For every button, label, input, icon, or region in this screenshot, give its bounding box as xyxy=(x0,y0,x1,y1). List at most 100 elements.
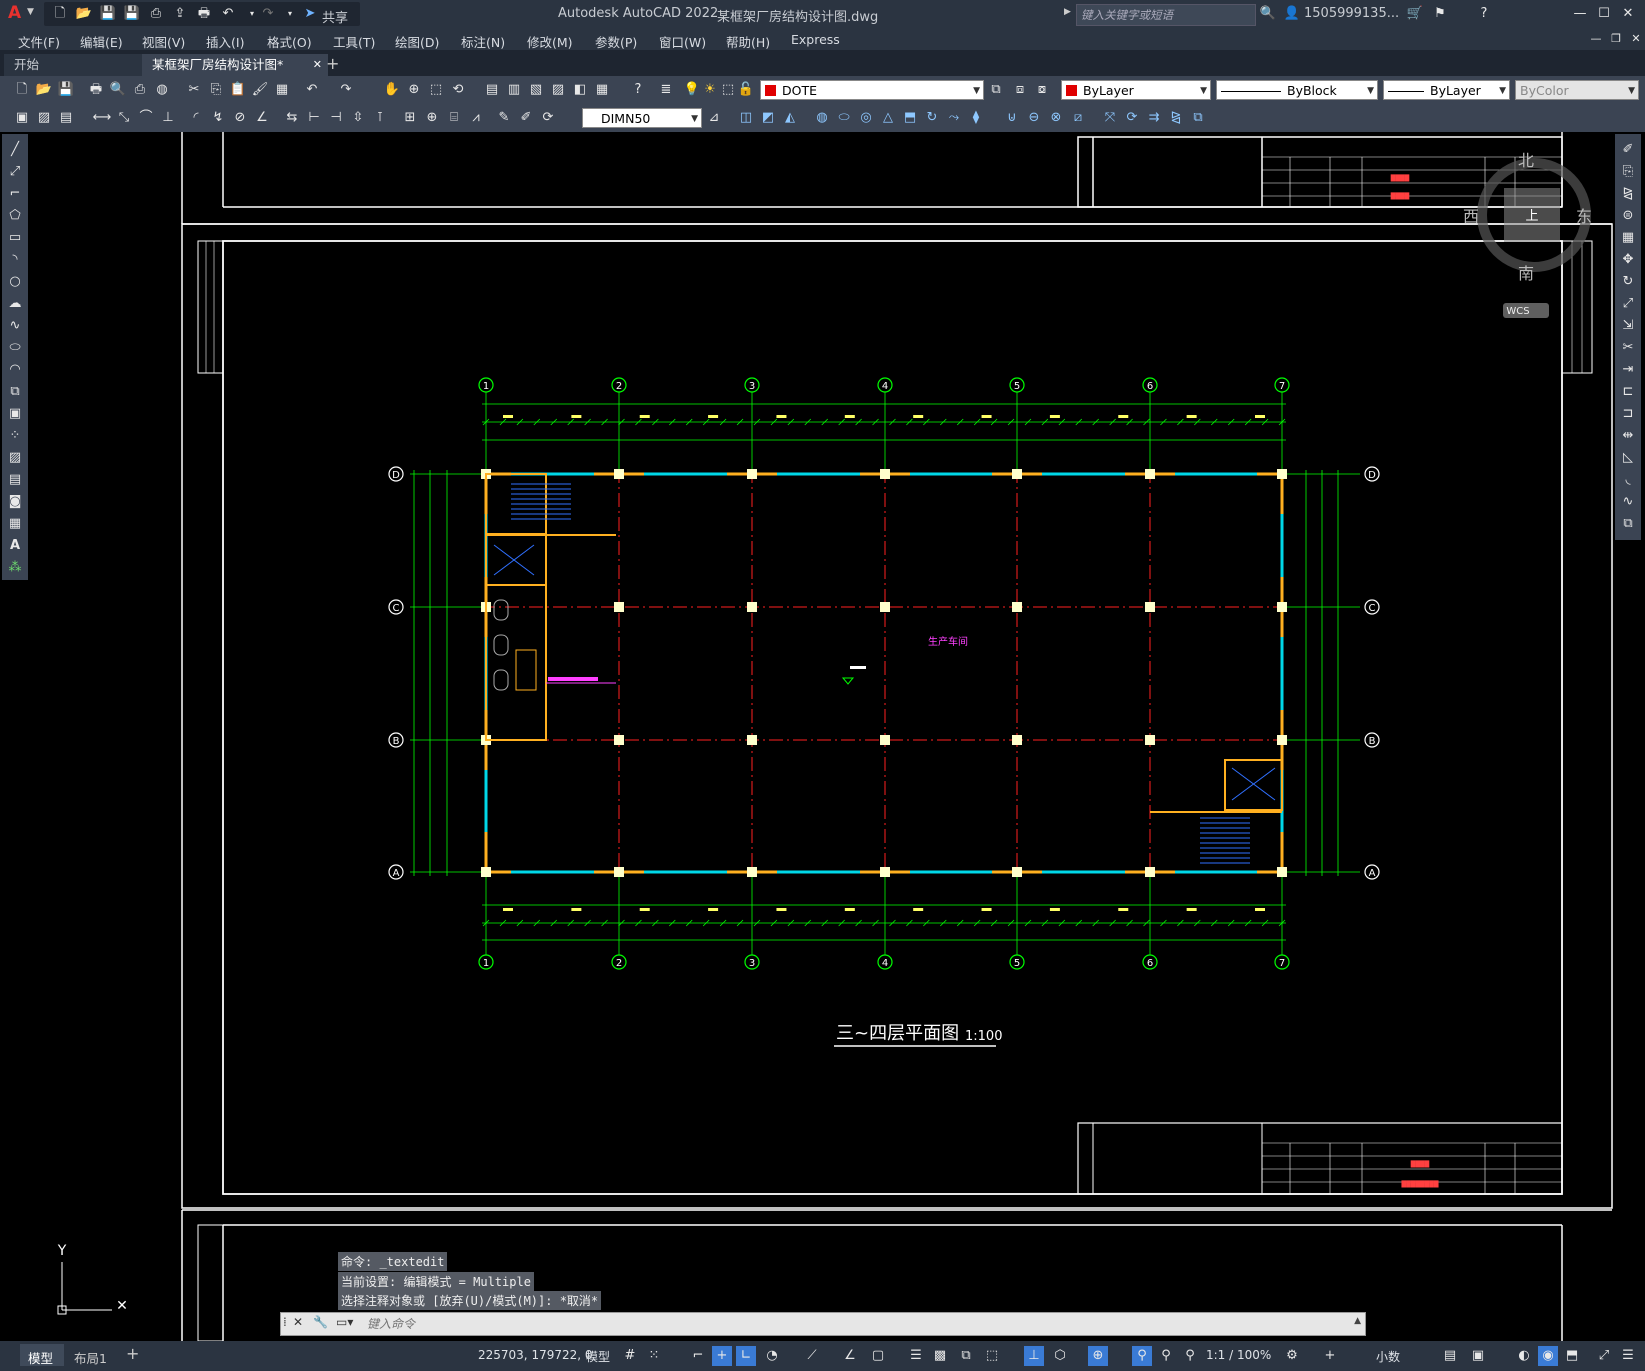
erase-icon[interactable]: ✐ xyxy=(1618,140,1638,160)
search-input[interactable]: 键入关键字或短语 xyxy=(1076,4,1256,26)
circle-icon[interactable]: ○ xyxy=(5,272,25,292)
maximize-icon[interactable]: ☐ xyxy=(1594,4,1614,24)
tb-copy-icon[interactable]: ⎘ xyxy=(206,80,226,100)
tb-zoom-window-icon[interactable]: ⬚ xyxy=(426,80,446,100)
3d-cone-icon[interactable]: ◭ xyxy=(780,108,800,128)
undo-icon[interactable]: ↶ xyxy=(218,4,238,24)
close-icon[interactable]: ✕ xyxy=(1618,4,1638,24)
dim-linear-icon[interactable]: ⟷ xyxy=(92,108,112,128)
cart-icon[interactable]: 🛒 xyxy=(1405,4,1425,24)
command-recent-icon[interactable]: ▭▾ xyxy=(336,1315,353,1329)
layer-previous-icon[interactable]: ⧈ xyxy=(1010,80,1030,100)
search-expand-icon[interactable]: ▶ xyxy=(1064,7,1071,17)
dim-aligned-icon[interactable]: ⤡ xyxy=(114,108,134,128)
clean-screen-icon[interactable]: ⬒ xyxy=(1562,1346,1582,1366)
tb-undo-icon[interactable]: ↶ xyxy=(302,80,322,100)
object-snap-icon[interactable]: ▢ xyxy=(868,1346,888,1366)
insert-block-icon[interactable]: ⧉ xyxy=(5,382,25,402)
transparency-icon[interactable]: ▩ xyxy=(930,1346,950,1366)
3d-rotate-icon[interactable]: ⟳ xyxy=(1122,108,1142,128)
ellipse-icon[interactable]: ⬭ xyxy=(5,338,25,358)
tb-redo-icon[interactable]: ↷ xyxy=(336,80,356,100)
model-tab[interactable]: 模型 xyxy=(20,1344,64,1366)
tb-publish-icon[interactable]: ⎙ xyxy=(130,80,150,100)
dim-update-icon[interactable]: ⟳ xyxy=(538,108,558,128)
viewcube-east[interactable]: 东 xyxy=(1576,207,1592,226)
new-file-icon[interactable]: 🗋 xyxy=(50,4,70,24)
tb-open-icon[interactable]: 📂 xyxy=(34,80,54,100)
dimstyle-manager-icon[interactable]: ⊿ xyxy=(704,108,724,128)
command-customize-icon[interactable]: 🔧 xyxy=(313,1315,328,1329)
menu-view[interactable]: 视图(V) xyxy=(142,32,185,51)
layout1-tab[interactable]: 布局1 xyxy=(74,1348,107,1367)
tab-active-drawing[interactable]: 某框架厂房结构设计图* ✕ xyxy=(142,54,328,76)
annotation-scale[interactable]: 1:1 / 100% xyxy=(1206,1348,1271,1362)
dim-edit-icon[interactable]: ✎ xyxy=(494,108,514,128)
add-layout-plus-icon[interactable]: + xyxy=(126,1344,139,1363)
blend-curves-icon[interactable]: ∿ xyxy=(1618,492,1638,512)
layer-lock-icon[interactable]: 🔓 xyxy=(736,80,756,100)
tb-save-icon[interactable]: 💾 xyxy=(56,80,76,100)
dynamic-ucs-icon[interactable]: ⊥ xyxy=(1024,1346,1044,1366)
tb-new-icon[interactable]: 🗋 xyxy=(12,80,32,100)
drawing-canvas[interactable]: ████ ████ ████ ████████ 11223344556677D … xyxy=(30,132,1613,1341)
doc-close-icon[interactable]: ✕ xyxy=(1626,29,1645,49)
line-icon[interactable]: ╱ xyxy=(5,140,25,160)
tolerance-icon[interactable]: ⊞ xyxy=(400,108,420,128)
dim-space-icon[interactable]: ⇳ xyxy=(348,108,368,128)
menu-help[interactable]: 帮助(H) xyxy=(726,32,770,51)
auto-scale-icon[interactable]: ⚲ xyxy=(1156,1346,1176,1366)
command-close-icon[interactable]: ✕ xyxy=(293,1315,303,1329)
new-tab-plus-icon[interactable]: + xyxy=(326,54,339,73)
add-selected-icon[interactable]: ⁂ xyxy=(5,558,25,578)
command-grip-icon[interactable]: ⁞ xyxy=(283,1315,287,1329)
fullscreen-icon[interactable]: ⤢ xyxy=(1594,1346,1614,1366)
tb-workspace-icon[interactable]: ▣ xyxy=(12,108,32,128)
layer-on-icon[interactable]: 💡 xyxy=(682,80,702,100)
menu-dimension[interactable]: 标注(N) xyxy=(461,32,505,51)
snap-icon[interactable]: ⁙ xyxy=(644,1346,664,1366)
3d-revolve-icon[interactable]: ↻ xyxy=(922,108,942,128)
layer-dropdown[interactable]: DOTE ▼ xyxy=(760,80,984,100)
3d-box-icon[interactable]: ◫ xyxy=(736,108,756,128)
break-at-point-icon[interactable]: ⊏ xyxy=(1618,382,1638,402)
chamfer-icon[interactable]: ◺ xyxy=(1618,448,1638,468)
3d-cylinder-icon[interactable]: ⬭ xyxy=(834,108,854,128)
rectangle-icon[interactable]: ▭ xyxy=(5,228,25,248)
menu-draw[interactable]: 绘图(D) xyxy=(395,32,439,51)
dimstyle-dropdown[interactable]: DIMN50 ▼ xyxy=(582,108,702,128)
dim-quick-icon[interactable]: ⇆ xyxy=(282,108,302,128)
plot-icon[interactable]: 🖶 xyxy=(194,4,214,24)
plotstyle-dropdown[interactable]: ByColor ▼ xyxy=(1515,80,1639,100)
3d-move-icon[interactable]: ⤧ xyxy=(1100,108,1120,128)
union-icon[interactable]: ⊍ xyxy=(1002,108,1022,128)
inspect-icon[interactable]: ⌸ xyxy=(444,108,464,128)
tb-toolpalettes-icon[interactable]: ▧ xyxy=(526,80,546,100)
annotation-visibility-icon[interactable]: ⚲ xyxy=(1132,1346,1152,1366)
3d-osnap-icon[interactable]: ⬚ xyxy=(982,1346,1002,1366)
dim-angular-icon[interactable]: ∠ xyxy=(252,108,272,128)
offset-icon[interactable]: ⊜ xyxy=(1618,206,1638,226)
menu-modify[interactable]: 修改(M) xyxy=(527,32,573,51)
ortho-icon[interactable]: ∟ xyxy=(736,1346,756,1366)
menu-tools[interactable]: 工具(T) xyxy=(333,32,375,51)
lineweight-dropdown[interactable]: ByLayer ▼ xyxy=(1383,80,1510,100)
array-icon[interactable]: ▦ xyxy=(1618,228,1638,248)
3d-torus-icon[interactable]: ◎ xyxy=(856,108,876,128)
extend-icon[interactable]: ⇥ xyxy=(1618,360,1638,380)
dim-arc-icon[interactable]: ⌒ xyxy=(136,108,156,128)
table-icon[interactable]: ▦ xyxy=(5,514,25,534)
polygon-icon[interactable]: ⬠ xyxy=(5,206,25,226)
dim-break-icon[interactable]: ⊺ xyxy=(370,108,390,128)
viewcube-west[interactable]: 西 xyxy=(1463,207,1479,226)
tb-block-icon[interactable]: ▦ xyxy=(272,80,292,100)
wcs-label[interactable]: WCS xyxy=(1506,306,1529,317)
quick-properties-icon[interactable]: ▤ xyxy=(1440,1346,1460,1366)
infer-constraints-icon[interactable]: ⌐ xyxy=(688,1346,708,1366)
object-snap-tracking-icon[interactable]: ∠ xyxy=(840,1346,860,1366)
point-icon[interactable]: ⁘ xyxy=(5,426,25,446)
tab-start[interactable]: 开始 xyxy=(4,54,144,76)
annotation-monitor-icon[interactable]: + xyxy=(1320,1346,1340,1366)
export-icon[interactable]: ⇪ xyxy=(170,4,190,24)
move-icon[interactable]: ✥ xyxy=(1618,250,1638,270)
